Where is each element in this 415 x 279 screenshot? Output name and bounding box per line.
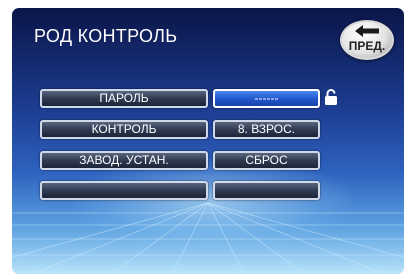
empty-option[interactable] [40, 181, 208, 200]
reset-button[interactable]: СБРОС [213, 151, 320, 170]
control-value[interactable]: 8. ВЗРОС. [213, 120, 320, 139]
back-arrow-icon [355, 25, 379, 37]
page-title: РОД КОНТРОЛЬ [34, 26, 178, 46]
back-button[interactable]: ПРЕД. [340, 20, 394, 60]
factory-settings-option[interactable]: ЗАВОД. УСТАН. [40, 151, 208, 170]
padlock-icon [325, 89, 337, 105]
back-button-label: ПРЕД. [348, 39, 386, 53]
osd-screen: РОД КОНТРОЛЬ ПРЕД. ПАРОЛЬ ------ КОНТРОЛ… [12, 8, 404, 274]
empty-value[interactable] [213, 181, 320, 200]
control-option[interactable]: КОНТРОЛЬ [40, 120, 208, 139]
password-option[interactable]: ПАРОЛЬ [40, 89, 208, 108]
password-value[interactable]: ------ [213, 89, 320, 108]
